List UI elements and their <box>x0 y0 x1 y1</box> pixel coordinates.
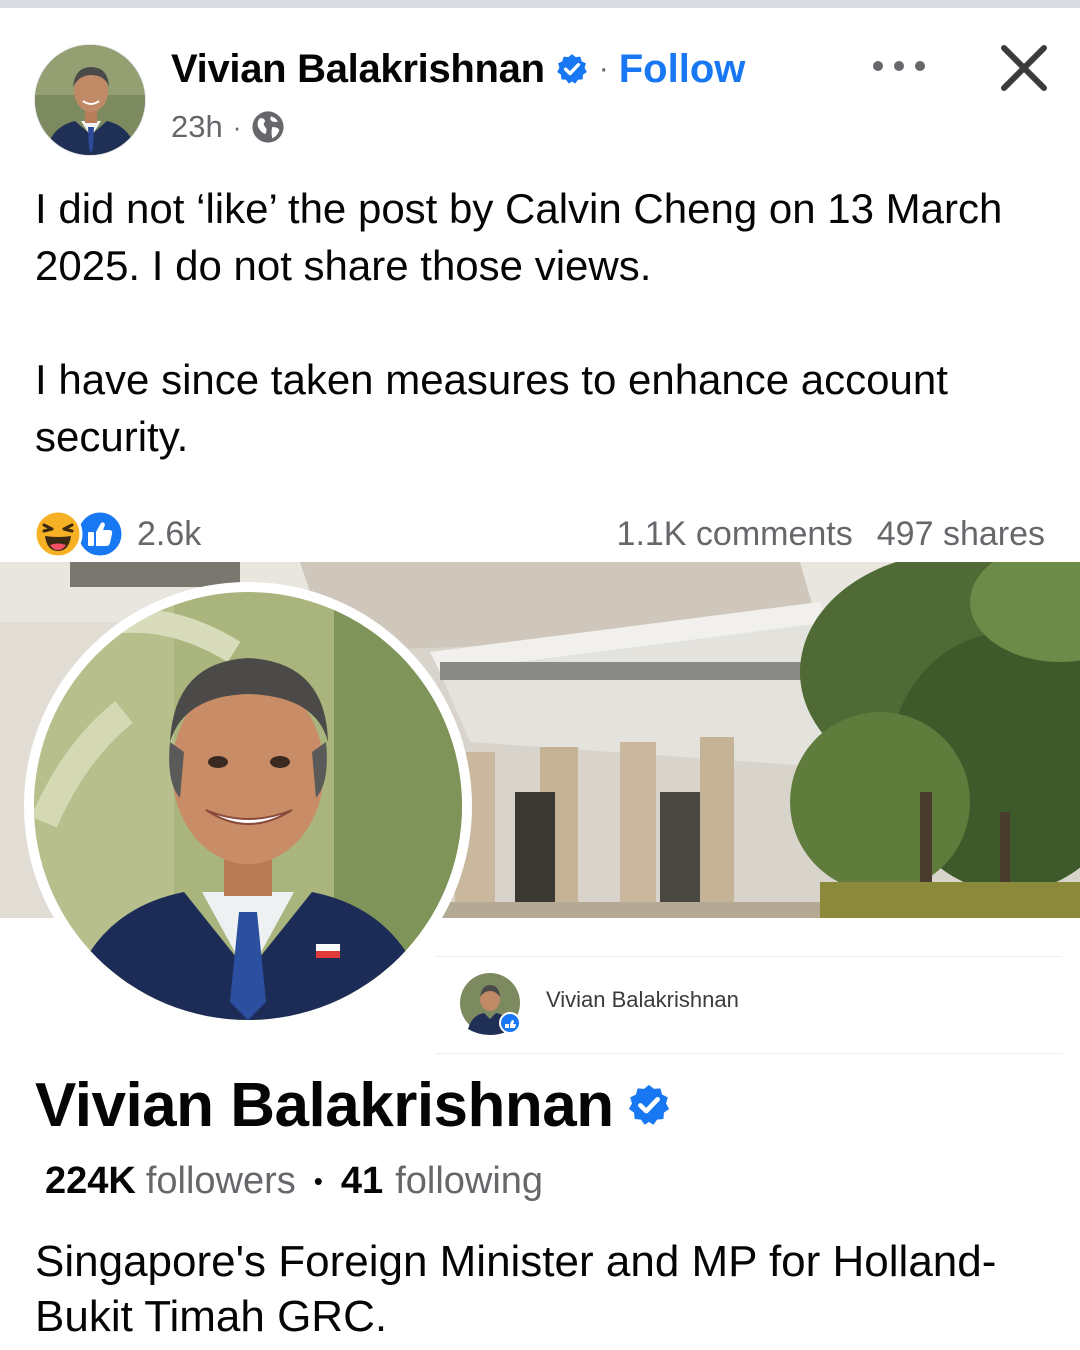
author-avatar[interactable] <box>34 44 146 156</box>
following-label: following <box>395 1160 544 1202</box>
engagement-stats: 2.6k 1.1K comments 497 shares <box>33 508 1045 560</box>
meta-separator: · <box>232 111 242 142</box>
followers-count: 224K <box>45 1160 136 1202</box>
mini-card-name: Vivian Balakrishnan <box>546 987 739 1012</box>
post-meta: 23h · <box>171 106 285 148</box>
post-body: I did not ‘like’ the post by Calvin Chen… <box>35 180 1045 465</box>
profile-bio: Singapore's Foreign Minister and MP for … <box>35 1237 997 1341</box>
follow-button[interactable]: Follow <box>619 47 746 92</box>
post-timestamp[interactable]: 23h <box>171 109 223 145</box>
following-count: 41 <box>340 1160 384 1202</box>
verified-badge-icon <box>556 54 587 84</box>
reactions-summary[interactable]: 2.6k <box>33 509 201 559</box>
followers-label: followers <box>145 1160 296 1202</box>
verified-badge-icon <box>628 1084 669 1125</box>
mini-profile-card: Vivian Balakrishnan <box>436 956 1062 1054</box>
author-name[interactable]: Vivian Balakrishnan <box>171 47 545 92</box>
more-options-icon[interactable] <box>866 46 932 86</box>
reaction-count: 2.6k <box>137 514 202 553</box>
stats-bullet: • <box>313 1166 323 1196</box>
profile-name: Vivian Balakrishnan <box>35 1070 614 1140</box>
globe-icon <box>252 111 284 143</box>
top-divider <box>0 0 1080 8</box>
profile-header: Vivian Balakrishnan <box>35 1067 672 1143</box>
profile-photo <box>24 582 472 1030</box>
follow-stats: 224K followers • 41 following <box>45 1160 543 1203</box>
post-header: Vivian Balakrishnan · Follow <box>171 40 745 98</box>
header-separator: · <box>598 52 609 85</box>
shares-count[interactable]: 497 shares <box>877 515 1045 554</box>
mini-avatar <box>460 973 521 1035</box>
comments-count[interactable]: 1.1K comments <box>617 515 853 554</box>
close-icon[interactable] <box>994 38 1054 98</box>
haha-reaction-icon <box>33 509 83 559</box>
post-paragraph: I have since taken measures to enhance a… <box>35 356 948 460</box>
post-paragraph: I did not ‘like’ the post by Calvin Chen… <box>35 185 1003 289</box>
post-image[interactable]: Vivian Balakrishnan Vivian Balakrishnan … <box>0 562 1080 1350</box>
